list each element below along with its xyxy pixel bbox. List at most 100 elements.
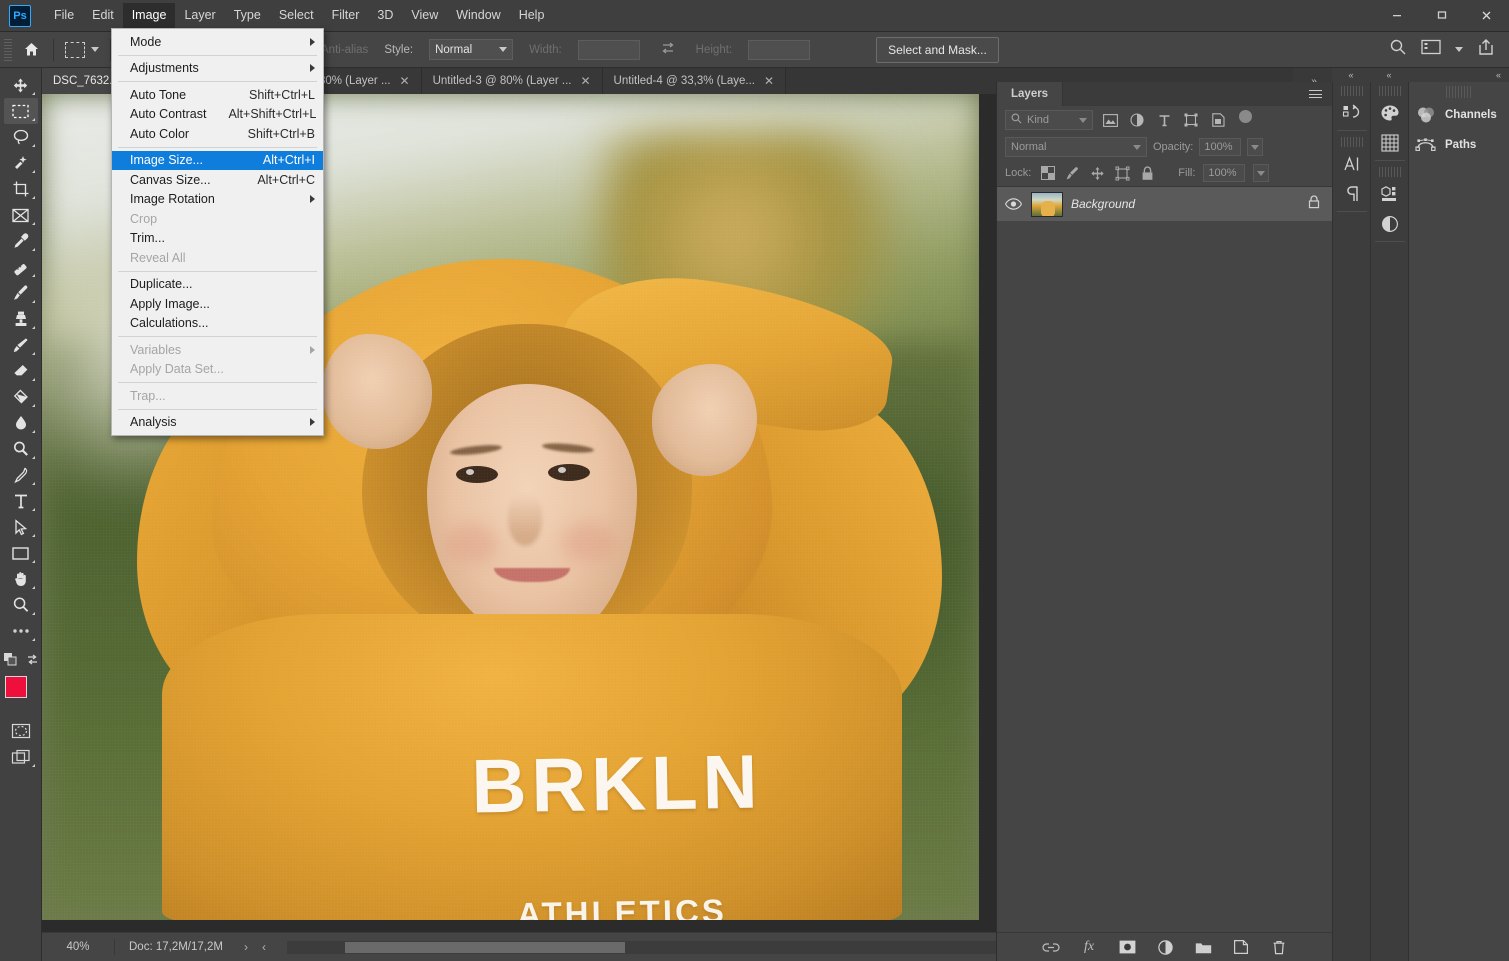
lock-artboard-icon[interactable] <box>1114 165 1131 182</box>
menu-item-auto-contrast[interactable]: Auto ContrastAlt+Shift+Ctrl+L <box>112 105 323 125</box>
share-icon[interactable] <box>1477 38 1495 61</box>
pen-tool[interactable] <box>4 462 38 488</box>
adjustment-filter-icon[interactable] <box>1127 111 1147 129</box>
minimize-button[interactable] <box>1374 0 1419 30</box>
home-icon[interactable] <box>16 35 46 65</box>
menu-item-image-rotation[interactable]: Image Rotation <box>112 190 323 210</box>
search-icon[interactable] <box>1389 38 1407 61</box>
menu-item-auto-color[interactable]: Auto ColorShift+Ctrl+B <box>112 124 323 144</box>
rectangular-marquee-tool[interactable] <box>4 98 38 124</box>
menu-item-calculations[interactable]: Calculations... <box>112 314 323 334</box>
adjustment-layer-icon[interactable] <box>1156 938 1174 956</box>
opacity-input[interactable]: 100% <box>1199 138 1241 156</box>
close-icon[interactable]: ✕ <box>400 75 410 87</box>
menu-help[interactable]: Help <box>510 3 554 28</box>
screen-mode-icon[interactable] <box>4 744 38 770</box>
tool-preset-picker[interactable] <box>61 42 103 58</box>
swap-colors-icon[interactable] <box>26 653 39 671</box>
swap-dimensions-icon[interactable] <box>656 40 680 59</box>
menu-type[interactable]: Type <box>225 3 270 28</box>
pixel-filter-icon[interactable] <box>1100 111 1120 129</box>
collapse-arrow-chanpath[interactable]: « <box>1408 70 1509 80</box>
edit-toolbar-button[interactable] <box>4 618 38 644</box>
new-group-icon[interactable] <box>1194 938 1212 956</box>
menu-select[interactable]: Select <box>270 3 323 28</box>
rail-grip[interactable] <box>1341 86 1363 96</box>
zoom-tool[interactable] <box>4 592 38 618</box>
status-next-arrow[interactable]: › <box>237 940 255 954</box>
menu-item-image-size[interactable]: Image Size...Alt+Ctrl+I <box>112 151 323 171</box>
path-selection-tool[interactable] <box>4 514 38 540</box>
horizontal-scroll-thumb[interactable] <box>345 942 625 953</box>
smart-object-filter-icon[interactable] <box>1208 111 1228 129</box>
document-info[interactable]: Doc: 17,2M/17,2M <box>115 941 237 953</box>
width-input[interactable] <box>578 40 640 60</box>
tab-layers[interactable]: Layers <box>997 82 1063 106</box>
rectangle-tool[interactable] <box>4 540 38 566</box>
rail-grip[interactable] <box>1341 137 1363 147</box>
panel-grip[interactable] <box>1446 86 1472 98</box>
menu-item-apply-image[interactable]: Apply Image... <box>112 294 323 314</box>
lock-all-icon[interactable] <box>1139 165 1156 182</box>
layer-kind-filter[interactable]: Kind <box>1005 110 1093 130</box>
menu-3d[interactable]: 3D <box>368 3 402 28</box>
filter-toggle-icon[interactable] <box>1239 110 1252 123</box>
menu-item-mode[interactable]: Mode <box>112 32 323 52</box>
quick-mask-icon[interactable] <box>4 718 38 744</box>
eyedropper-tool[interactable] <box>4 228 38 254</box>
frame-tool[interactable] <box>4 202 38 228</box>
panel-item-channels[interactable]: Channels <box>1409 100 1509 130</box>
lock-image-icon[interactable] <box>1064 165 1081 182</box>
default-colors-icon[interactable] <box>3 652 18 672</box>
blend-mode-select[interactable]: Normal <box>1005 137 1147 157</box>
select-and-mask-button[interactable]: Select and Mask... <box>876 37 999 63</box>
color-swatches[interactable] <box>3 676 39 710</box>
menu-window[interactable]: Window <box>447 3 509 28</box>
properties-icon[interactable] <box>1374 209 1406 239</box>
delete-layer-icon[interactable] <box>1270 938 1288 956</box>
close-icon[interactable]: ✕ <box>580 75 590 87</box>
grid-pattern-icon[interactable] <box>1374 128 1406 158</box>
menu-edit[interactable]: Edit <box>83 3 123 28</box>
panel-item-paths[interactable]: Paths <box>1409 130 1509 160</box>
menu-item-adjustments[interactable]: Adjustments <box>112 59 323 79</box>
hand-tool[interactable] <box>4 566 38 592</box>
document-tab[interactable]: Untitled-3 @ 80% (Layer ... ✕ <box>422 68 603 94</box>
menu-item-auto-tone[interactable]: Auto ToneShift+Ctrl+L <box>112 85 323 105</box>
clone-stamp-tool[interactable] <box>4 306 38 332</box>
dodge-tool[interactable] <box>4 436 38 462</box>
new-layer-icon[interactable] <box>1232 938 1250 956</box>
history-icon[interactable] <box>1336 98 1368 128</box>
maximize-button[interactable] <box>1419 0 1464 30</box>
move-tool[interactable] <box>4 72 38 98</box>
layer-thumbnail[interactable] <box>1031 192 1063 217</box>
layer-style-fx-icon[interactable]: fx <box>1080 938 1098 956</box>
options-bar-grip[interactable] <box>4 39 12 61</box>
brush-tool[interactable] <box>4 280 38 306</box>
gradient-tool[interactable] <box>4 384 38 410</box>
spot-healing-brush-tool[interactable] <box>4 254 38 280</box>
collapse-arrow-rail-b[interactable]: « <box>1370 70 1408 80</box>
add-mask-icon[interactable] <box>1118 938 1136 956</box>
layer-visibility-icon[interactable] <box>1003 198 1023 210</box>
opacity-dropdown-icon[interactable] <box>1247 138 1263 156</box>
chevron-down-icon[interactable] <box>1455 47 1463 52</box>
menu-item-duplicate[interactable]: Duplicate... <box>112 275 323 295</box>
document-tab[interactable]: Untitled-4 @ 33,3% (Laye... ✕ <box>603 68 787 94</box>
menu-item-trim[interactable]: Trim... <box>112 229 323 249</box>
color-swatches-icon[interactable] <box>1374 98 1406 128</box>
height-input[interactable] <box>748 40 810 60</box>
menu-item-canvas-size[interactable]: Canvas Size...Alt+Ctrl+C <box>112 170 323 190</box>
zoom-level[interactable]: 40% <box>42 941 114 953</box>
3d-icon[interactable] <box>1374 179 1406 209</box>
style-select[interactable]: Normal <box>429 39 513 60</box>
panel-menu-icon[interactable] <box>1299 82 1332 106</box>
type-filter-icon[interactable] <box>1154 111 1174 129</box>
eraser-tool[interactable] <box>4 358 38 384</box>
fill-input[interactable]: 100% <box>1203 164 1245 182</box>
status-prev-arrow[interactable]: ‹ <box>255 940 273 954</box>
history-brush-tool[interactable] <box>4 332 38 358</box>
menu-item-analysis[interactable]: Analysis <box>112 413 323 433</box>
lock-position-icon[interactable] <box>1089 165 1106 182</box>
quick-selection-tool[interactable] <box>4 150 38 176</box>
